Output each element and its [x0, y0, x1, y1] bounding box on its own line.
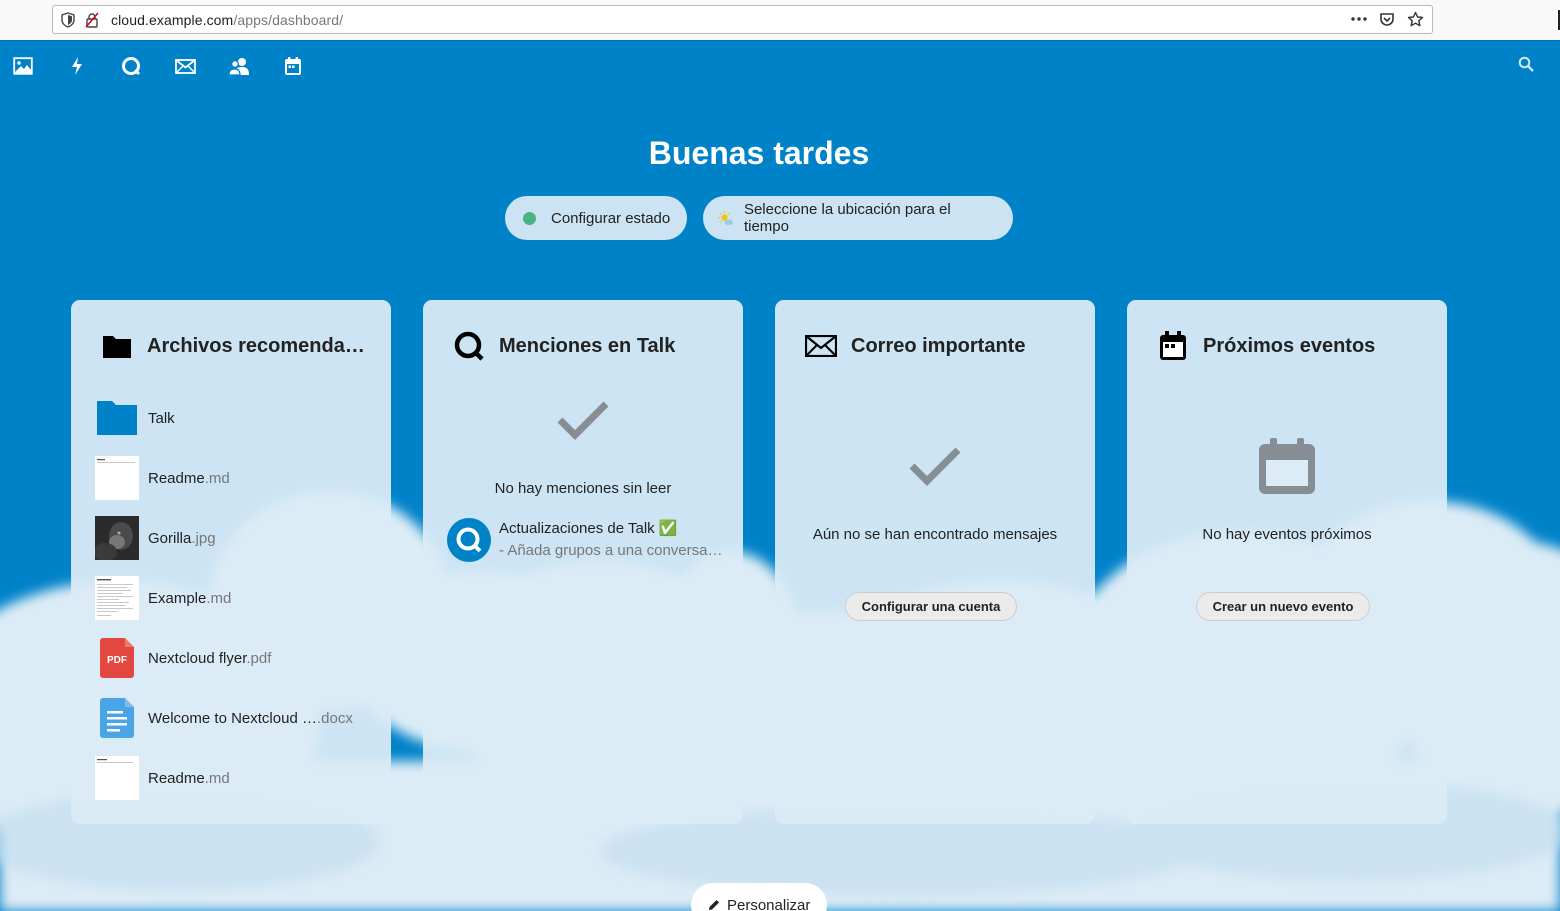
app-menu	[11, 54, 305, 78]
browser-toolbar: cloud.example.com/apps/dashboard/	[0, 0, 1560, 41]
file-item-welcome[interactable]: Welcome to Nextcloud ….docx	[95, 688, 385, 748]
upcoming-events-panel: Próximos eventos No hay eventos próximos…	[1127, 300, 1447, 824]
file-name: Readme	[148, 469, 205, 487]
file-ext: .md	[204, 469, 230, 487]
panel-header: Archivos recomendados	[101, 330, 381, 362]
panel-title: Archivos recomendados	[147, 334, 367, 357]
file-item-readme[interactable]: Readme.md	[95, 448, 385, 508]
image-thumbnail	[95, 516, 139, 560]
empty-state	[1127, 438, 1447, 499]
document-preview-icon	[95, 576, 139, 620]
bookmark-star-icon[interactable]	[1406, 10, 1424, 28]
document-preview-icon	[95, 756, 139, 800]
customize-button[interactable]: Personalizar	[691, 883, 827, 911]
document-preview-icon	[95, 456, 139, 500]
file-item-gorilla[interactable]: Gorilla.jpg	[95, 508, 385, 568]
file-name: Nextcloud flyer	[148, 649, 247, 667]
file-name: Readme	[148, 769, 205, 787]
panel-header: Menciones en Talk	[453, 330, 733, 362]
panel-title: Menciones en Talk	[499, 334, 676, 357]
photos-icon[interactable]	[11, 54, 35, 78]
customize-label: Personalizar	[727, 896, 811, 911]
file-name: Talk	[148, 409, 175, 427]
shield-icon[interactable]	[59, 11, 77, 29]
insecure-lock-icon[interactable]	[83, 11, 101, 29]
file-item-example[interactable]: Example.md	[95, 568, 385, 628]
calendar-icon	[1157, 330, 1189, 362]
file-item-readme-2[interactable]: Readme.md	[95, 748, 385, 808]
empty-state	[423, 400, 743, 445]
pocket-icon[interactable]	[1378, 10, 1396, 28]
url-bar[interactable]: cloud.example.com/apps/dashboard/	[52, 5, 1433, 34]
mail-icon	[805, 330, 837, 362]
setup-account-button[interactable]: Configurar una cuenta	[845, 592, 1017, 621]
panel-title: Correo importante	[851, 334, 1026, 357]
file-ext: .jpg	[191, 529, 216, 547]
weather-location-button[interactable]: Seleccione la ubicación para el tiempo	[703, 196, 1013, 240]
talk-icon[interactable]	[119, 54, 143, 78]
create-event-button[interactable]: Crear un nuevo evento	[1196, 592, 1370, 621]
empty-text: No hay menciones sin leer	[494, 480, 672, 497]
file-ext: .pdf	[246, 649, 272, 667]
app-header	[0, 42, 1560, 90]
url-text[interactable]: cloud.example.com/apps/dashboard/	[111, 12, 343, 28]
talk-avatar	[447, 518, 491, 562]
weather-location-label: Seleccione la ubicación para el tiempo	[743, 201, 951, 235]
file-item-talk[interactable]: Talk	[95, 388, 385, 448]
pdf-icon: PDF	[95, 636, 139, 680]
folder-icon	[95, 396, 139, 440]
recommended-files-panel: Archivos recomendados Talk Readme.md Gor…	[71, 300, 391, 824]
checkmark-icon	[909, 447, 961, 486]
file-name: Gorilla	[148, 529, 192, 547]
weather-sun-icon	[717, 210, 733, 225]
svg-text:PDF: PDF	[107, 655, 127, 666]
url-path: /apps/dashboard/	[233, 11, 344, 28]
file-ext: .docx	[316, 709, 353, 727]
checkmark-icon	[557, 401, 609, 440]
file-list: Talk Readme.md Gorilla.jpg Example.md PD…	[95, 388, 385, 808]
folder-icon	[101, 330, 133, 362]
panel-header: Próximos eventos	[1157, 330, 1437, 362]
panel-title: Próximos eventos	[1203, 334, 1376, 357]
search-icon[interactable]	[1518, 56, 1538, 76]
mail-icon[interactable]	[173, 54, 197, 78]
talk-icon	[453, 330, 485, 362]
file-item-flyer[interactable]: PDF Nextcloud flyer.pdf	[95, 628, 385, 688]
file-ext: .md	[204, 769, 230, 787]
status-row: Configurar estado Seleccione la ubicació…	[505, 196, 1013, 240]
file-ext: .md	[206, 589, 232, 607]
conversation-preview: - Añada grupos a una conversación	[499, 542, 724, 559]
empty-state	[775, 446, 1095, 491]
calendar-empty-icon	[1259, 438, 1315, 494]
file-name: Welcome to Nextcloud …	[148, 709, 317, 727]
empty-text: Aún no se han encontrado mensajes	[812, 526, 1058, 543]
important-mail-panel: Correo importante Aún no se han encontra…	[775, 300, 1095, 824]
calendar-icon[interactable]	[281, 54, 305, 78]
pencil-icon	[709, 900, 719, 910]
set-status-button[interactable]: Configurar estado	[505, 196, 687, 240]
file-name: Example	[148, 589, 207, 607]
panel-header: Correo importante	[805, 330, 1085, 362]
talk-mentions-panel: Menciones en Talk No hay menciones sin l…	[423, 300, 743, 824]
conversation-title: Actualizaciones de Talk ✅	[499, 520, 678, 537]
conversation-item[interactable]: Actualizaciones de Talk ✅ - Añada grupos…	[447, 518, 737, 562]
document-icon	[95, 696, 139, 740]
greeting-title: Buenas tardes	[648, 135, 870, 171]
set-status-label: Configurar estado	[551, 209, 671, 227]
url-host: cloud.example.com	[111, 11, 234, 28]
contacts-icon[interactable]	[227, 54, 251, 78]
online-status-icon	[523, 211, 536, 225]
empty-text: No hay eventos próximos	[1202, 526, 1372, 543]
more-actions-icon[interactable]	[1350, 10, 1368, 28]
activity-icon[interactable]	[65, 54, 89, 78]
